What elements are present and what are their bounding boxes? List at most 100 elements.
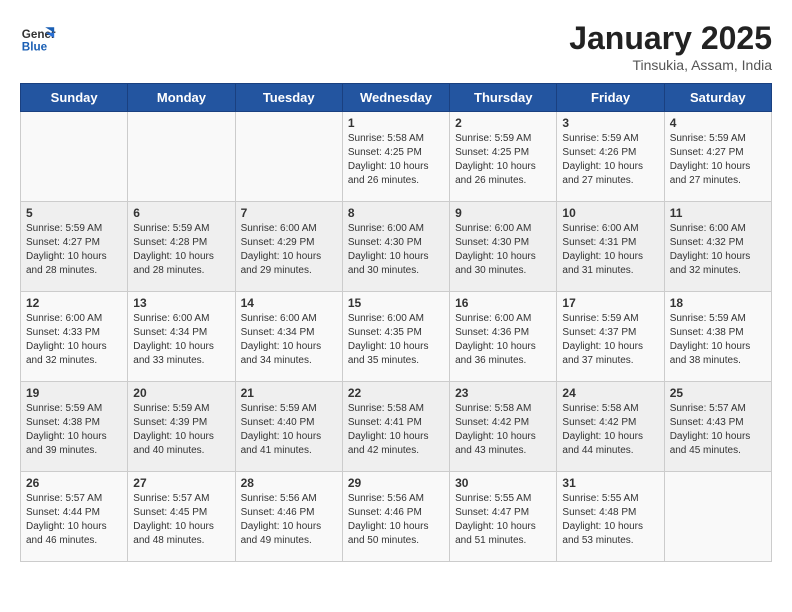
day-info: Sunrise: 5:59 AMSunset: 4:39 PMDaylight:… [133, 402, 229, 458]
calendar-cell: 19 Sunrise: 5:59 AMSunset: 4:38 PMDayligh… [21, 382, 128, 472]
day-number: 19 [26, 386, 122, 400]
day-number: 31 [562, 476, 658, 490]
day-number: 10 [562, 206, 658, 220]
calendar-cell: 21 Sunrise: 5:59 AMSunset: 4:40 PMDayligh… [235, 382, 342, 472]
day-number: 25 [670, 386, 766, 400]
calendar-cell: 12Sunrise: 6:00 AMSunset: 4:33 PMDayligh… [21, 292, 128, 382]
calendar-cell: 7 Sunrise: 6:00 AMSunset: 4:29 PMDaylight… [235, 202, 342, 292]
day-info: Sunrise: 5:57 AMSunset: 4:43 PMDaylight:… [670, 402, 766, 458]
day-number: 24 [562, 386, 658, 400]
calendar-week-row: 19 Sunrise: 5:59 AMSunset: 4:38 PMDayligh… [21, 382, 772, 472]
weekday-header: Saturday [664, 84, 771, 112]
day-info: Sunrise: 5:59 AMSunset: 4:38 PMDaylight:… [670, 312, 766, 368]
day-info: Sunrise: 5:59 AMSunset: 4:26 PMDaylight:… [562, 132, 658, 188]
calendar-cell: 1Sunrise: 5:58 AMSunset: 4:25 PMDaylight… [342, 112, 449, 202]
day-number: 15 [348, 296, 444, 310]
calendar-cell [21, 112, 128, 202]
logo: General Blue [20, 20, 56, 56]
day-info: Sunrise: 6:00 AMSunset: 4:29 PMDaylight:… [241, 222, 337, 278]
calendar-cell: 24 Sunrise: 5:58 AMSunset: 4:42 PMDayligh… [557, 382, 664, 472]
calendar-cell: 18 Sunrise: 5:59 AMSunset: 4:38 PMDayligh… [664, 292, 771, 382]
day-number: 23 [455, 386, 551, 400]
day-info: Sunrise: 5:58 AMSunset: 4:42 PMDaylight:… [562, 402, 658, 458]
day-info: Sunrise: 5:58 AMSunset: 4:42 PMDaylight:… [455, 402, 551, 458]
day-info: Sunrise: 5:57 AMSunset: 4:45 PMDaylight:… [133, 492, 229, 548]
day-number: 21 [241, 386, 337, 400]
day-info: Sunrise: 5:59 AMSunset: 4:28 PMDaylight:… [133, 222, 229, 278]
day-number: 7 [241, 206, 337, 220]
svg-text:Blue: Blue [22, 41, 48, 54]
calendar-cell: 16Sunrise: 6:00 AMSunset: 4:36 PMDayligh… [450, 292, 557, 382]
day-number: 18 [670, 296, 766, 310]
day-number: 2 [455, 116, 551, 130]
weekday-header-row: SundayMondayTuesdayWednesdayThursdayFrid… [21, 84, 772, 112]
calendar-week-row: 12Sunrise: 6:00 AMSunset: 4:33 PMDayligh… [21, 292, 772, 382]
day-number: 20 [133, 386, 229, 400]
calendar-cell [664, 472, 771, 562]
calendar-cell: 30Sunrise: 5:55 AMSunset: 4:47 PMDayligh… [450, 472, 557, 562]
weekday-header: Friday [557, 84, 664, 112]
location-subtitle: Tinsukia, Assam, India [569, 57, 772, 73]
weekday-header: Sunday [21, 84, 128, 112]
weekday-header: Monday [128, 84, 235, 112]
calendar-cell: 17 Sunrise: 5:59 AMSunset: 4:37 PMDayligh… [557, 292, 664, 382]
calendar-cell: 26Sunrise: 5:57 AMSunset: 4:44 PMDayligh… [21, 472, 128, 562]
day-number: 12 [26, 296, 122, 310]
day-number: 27 [133, 476, 229, 490]
day-number: 9 [455, 206, 551, 220]
calendar-cell: 11Sunrise: 6:00 AMSunset: 4:32 PMDayligh… [664, 202, 771, 292]
calendar-cell: 3Sunrise: 5:59 AMSunset: 4:26 PMDaylight… [557, 112, 664, 202]
calendar-week-row: 5 Sunrise: 5:59 AMSunset: 4:27 PMDaylight… [21, 202, 772, 292]
calendar-cell [235, 112, 342, 202]
day-number: 13 [133, 296, 229, 310]
day-info: Sunrise: 5:59 AMSunset: 4:37 PMDaylight:… [562, 312, 658, 368]
day-info: Sunrise: 6:00 AMSunset: 4:34 PMDaylight:… [241, 312, 337, 368]
day-info: Sunrise: 6:00 AMSunset: 4:35 PMDaylight:… [348, 312, 444, 368]
weekday-header: Wednesday [342, 84, 449, 112]
day-info: Sunrise: 5:58 AMSunset: 4:41 PMDaylight:… [348, 402, 444, 458]
day-info: Sunrise: 5:55 AMSunset: 4:47 PMDaylight:… [455, 492, 551, 548]
calendar-cell: 23 Sunrise: 5:58 AMSunset: 4:42 PMDayligh… [450, 382, 557, 472]
calendar-cell: 31 Sunrise: 5:55 AMSunset: 4:48 PMDayligh… [557, 472, 664, 562]
day-info: Sunrise: 5:59 AMSunset: 4:38 PMDaylight:… [26, 402, 122, 458]
logo-icon: General Blue [20, 20, 56, 56]
calendar-cell: 22 Sunrise: 5:58 AMSunset: 4:41 PMDayligh… [342, 382, 449, 472]
calendar-cell: 2Sunrise: 5:59 AMSunset: 4:25 PMDaylight… [450, 112, 557, 202]
day-number: 16 [455, 296, 551, 310]
calendar-cell: 10 Sunrise: 6:00 AMSunset: 4:31 PMDayligh… [557, 202, 664, 292]
calendar-cell: 27 Sunrise: 5:57 AMSunset: 4:45 PMDayligh… [128, 472, 235, 562]
day-number: 5 [26, 206, 122, 220]
weekday-header: Thursday [450, 84, 557, 112]
day-info: Sunrise: 5:55 AMSunset: 4:48 PMDaylight:… [562, 492, 658, 548]
calendar-table: SundayMondayTuesdayWednesdayThursdayFrid… [20, 83, 772, 562]
day-info: Sunrise: 6:00 AMSunset: 4:30 PMDaylight:… [455, 222, 551, 278]
day-info: Sunrise: 5:56 AMSunset: 4:46 PMDaylight:… [348, 492, 444, 548]
day-info: Sunrise: 6:00 AMSunset: 4:31 PMDaylight:… [562, 222, 658, 278]
day-number: 29 [348, 476, 444, 490]
calendar-week-row: 1Sunrise: 5:58 AMSunset: 4:25 PMDaylight… [21, 112, 772, 202]
calendar-cell: 25 Sunrise: 5:57 AMSunset: 4:43 PMDayligh… [664, 382, 771, 472]
calendar-week-row: 26Sunrise: 5:57 AMSunset: 4:44 PMDayligh… [21, 472, 772, 562]
calendar-cell: 5 Sunrise: 5:59 AMSunset: 4:27 PMDaylight… [21, 202, 128, 292]
calendar-cell: 15 Sunrise: 6:00 AMSunset: 4:35 PMDayligh… [342, 292, 449, 382]
calendar-cell [128, 112, 235, 202]
title-block: January 2025 Tinsukia, Assam, India [569, 20, 772, 73]
calendar-cell: 6Sunrise: 5:59 AMSunset: 4:28 PMDaylight… [128, 202, 235, 292]
day-number: 22 [348, 386, 444, 400]
day-info: Sunrise: 5:59 AMSunset: 4:27 PMDaylight:… [26, 222, 122, 278]
day-info: Sunrise: 5:58 AMSunset: 4:25 PMDaylight:… [348, 132, 444, 188]
calendar-cell: 9 Sunrise: 6:00 AMSunset: 4:30 PMDaylight… [450, 202, 557, 292]
day-number: 17 [562, 296, 658, 310]
day-info: Sunrise: 5:59 AMSunset: 4:27 PMDaylight:… [670, 132, 766, 188]
weekday-header: Tuesday [235, 84, 342, 112]
calendar-cell: 4Sunrise: 5:59 AMSunset: 4:27 PMDaylight… [664, 112, 771, 202]
day-number: 11 [670, 206, 766, 220]
day-info: Sunrise: 6:00 AMSunset: 4:30 PMDaylight:… [348, 222, 444, 278]
day-info: Sunrise: 6:00 AMSunset: 4:34 PMDaylight:… [133, 312, 229, 368]
calendar-cell: 14Sunrise: 6:00 AMSunset: 4:34 PMDayligh… [235, 292, 342, 382]
day-number: 26 [26, 476, 122, 490]
day-info: Sunrise: 5:59 AMSunset: 4:40 PMDaylight:… [241, 402, 337, 458]
calendar-cell: 29 Sunrise: 5:56 AMSunset: 4:46 PMDayligh… [342, 472, 449, 562]
page-header: General Blue January 2025 Tinsukia, Assa… [20, 20, 772, 73]
calendar-cell: 20 Sunrise: 5:59 AMSunset: 4:39 PMDayligh… [128, 382, 235, 472]
